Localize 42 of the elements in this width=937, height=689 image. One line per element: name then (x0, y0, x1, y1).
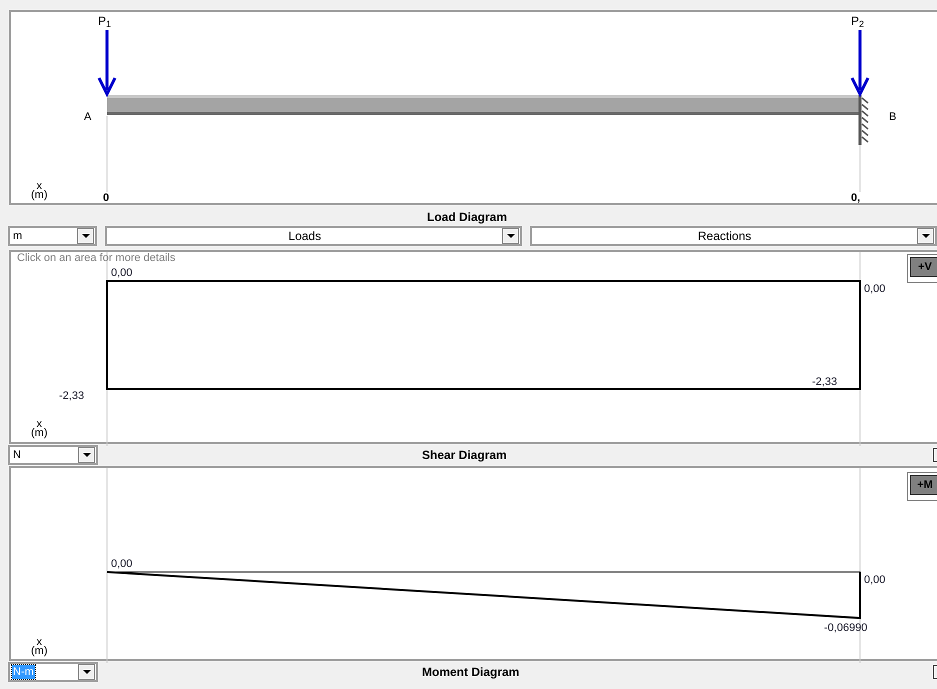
support-label: B (889, 110, 896, 125)
tick-label: 0 (103, 191, 110, 206)
diagram-title: Load Diagram (427, 209, 508, 225)
diagram-title: Shear Diagram (422, 447, 507, 464)
value-label: -2,33 (812, 376, 838, 388)
diagram-title: Moment Diagram (422, 664, 520, 681)
value-label: 0,00 (111, 558, 132, 570)
caret-icon (82, 234, 90, 238)
load-arrow (850, 30, 870, 98)
load-arrow (98, 30, 116, 98)
dropdown-button[interactable] (78, 664, 95, 680)
axis-unit: (m) (31, 428, 48, 439)
axis-label: x (36, 638, 42, 646)
dropdown-button[interactable] (502, 228, 520, 244)
load-label: P$_{2}$ (851, 14, 864, 28)
value-label: 0,00 (864, 574, 886, 586)
load-label: P$_{1}$ (98, 14, 112, 28)
axis-label: x (36, 182, 42, 190)
value-label: -2,33 (59, 390, 84, 402)
caret-icon (922, 234, 930, 238)
support-label: A (84, 110, 92, 125)
axis-unit: (m) (31, 646, 48, 657)
caret-icon (506, 234, 515, 238)
dropdown-button[interactable] (78, 447, 95, 463)
value-label: -0,06990 (824, 622, 868, 634)
value-label: 0,00 (111, 267, 132, 279)
unit-select[interactable]: N (8, 445, 98, 465)
sign-convention-button[interactable]: +V (910, 257, 937, 277)
dropdown-button[interactable] (77, 228, 94, 244)
unit-select[interactable]: m (8, 226, 98, 246)
tick-label: 0, (851, 191, 860, 206)
axis-label: x (36, 420, 42, 428)
fixed-support-icon (858, 95, 868, 145)
axis-unit: (m) (31, 190, 48, 201)
caret-icon (82, 670, 90, 674)
hint-text: Click on an area for more details (17, 252, 176, 265)
caret-icon (82, 453, 90, 457)
sign-convention-button[interactable]: +M (910, 475, 937, 495)
dropdown-button[interactable] (917, 228, 934, 244)
value-label: 0,00 (864, 283, 886, 295)
diagram-select[interactable]: Loads (105, 226, 522, 246)
diagram-select[interactable]: Reactions (530, 226, 937, 246)
